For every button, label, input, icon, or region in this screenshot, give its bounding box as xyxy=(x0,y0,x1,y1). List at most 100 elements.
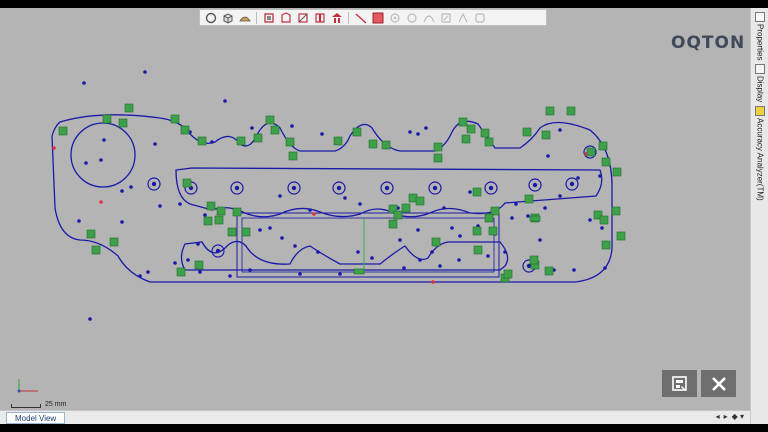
geometry-point xyxy=(442,206,446,210)
support-marker xyxy=(176,267,186,277)
section-tool-button[interactable] xyxy=(295,11,310,25)
letterbox-bottom xyxy=(0,424,768,432)
geometry-point xyxy=(558,194,562,198)
support-marker xyxy=(599,215,609,225)
cad-drawing[interactable] xyxy=(0,8,750,410)
support-marker xyxy=(203,216,213,226)
geometry-point xyxy=(370,256,374,260)
nav-menu-arrow[interactable]: ◆ ▾ xyxy=(732,412,744,421)
support-marker xyxy=(353,268,365,275)
tab-navigation: ◂ ▸ ◆ ▾ xyxy=(716,412,744,421)
geometry-point xyxy=(320,132,324,136)
geometry-point xyxy=(503,250,507,254)
support-marker xyxy=(381,140,391,150)
geometry-point xyxy=(196,242,200,246)
support-marker xyxy=(216,206,226,216)
geometry-point xyxy=(510,216,514,220)
section-tool-icon xyxy=(297,12,308,23)
geometry-point xyxy=(338,272,342,276)
surface-tool-icon xyxy=(238,16,251,21)
support-marker xyxy=(484,213,494,223)
box-select-button[interactable] xyxy=(261,11,276,25)
geometry-point xyxy=(173,261,177,265)
support-marker xyxy=(388,219,398,229)
support-tool-button[interactable] xyxy=(329,11,344,25)
geometry-point xyxy=(298,272,302,276)
geometry-point xyxy=(468,190,472,194)
support-marker xyxy=(86,229,96,239)
support-marker xyxy=(473,245,483,255)
support-marker xyxy=(265,115,275,125)
support-marker xyxy=(170,114,180,124)
support-marker xyxy=(182,178,192,188)
box-select-icon xyxy=(263,12,274,23)
geometry-point xyxy=(603,266,607,270)
geometry-point xyxy=(418,258,422,262)
tab-model-view[interactable]: Model View xyxy=(6,412,66,424)
support-marker xyxy=(458,117,468,127)
line-tool-button[interactable] xyxy=(353,11,368,25)
support-marker xyxy=(333,136,343,146)
support-marker xyxy=(601,240,611,250)
support-marker xyxy=(524,194,534,204)
transform-tool-button[interactable] xyxy=(455,11,470,25)
surface-tool-button[interactable] xyxy=(237,11,252,25)
support-marker xyxy=(393,210,403,220)
curve-tool-button[interactable] xyxy=(421,11,436,25)
geometry-point xyxy=(308,208,312,212)
hole-center-point xyxy=(234,185,240,191)
cube-view-button[interactable] xyxy=(220,11,235,25)
geometry-point xyxy=(120,189,124,193)
scale-label: 25 mm xyxy=(45,401,67,408)
geometry-point xyxy=(82,81,86,85)
geometry-point xyxy=(99,158,103,162)
tab-accuracy-analyzer-label: Accuracy Analyzer(TM) xyxy=(755,118,765,201)
split-view-button[interactable] xyxy=(312,11,327,25)
geometry-point xyxy=(576,176,580,180)
tab-display[interactable]: Display xyxy=(752,64,768,102)
support-marker xyxy=(109,237,119,247)
geometry-point xyxy=(543,206,547,210)
geometry-point xyxy=(293,244,297,248)
tab-accuracy-analyzer[interactable]: Accuracy Analyzer(TM) xyxy=(752,106,768,201)
support-marker xyxy=(197,136,207,146)
hole-center-point xyxy=(336,185,342,191)
red-select-icon xyxy=(372,12,383,23)
nav-right-arrow[interactable]: ▸ xyxy=(724,412,728,421)
highlight-point xyxy=(99,200,103,204)
model-viewport[interactable]: 25 mm OQTON xyxy=(0,8,750,410)
letterbox-top xyxy=(0,0,768,8)
geometry-point xyxy=(458,234,462,238)
geometry-point xyxy=(88,317,92,321)
red-select-button[interactable] xyxy=(370,11,385,25)
geometry-point xyxy=(250,126,254,130)
measure-tool-button[interactable] xyxy=(472,11,487,25)
cube-view-icon xyxy=(223,12,232,24)
node-tool-button[interactable] xyxy=(404,11,419,25)
support-marker xyxy=(214,215,224,225)
support-marker xyxy=(541,130,551,140)
geometry-point xyxy=(402,266,406,270)
support-marker xyxy=(522,127,532,137)
geometry-point xyxy=(514,202,518,206)
face-tool-button[interactable] xyxy=(278,11,293,25)
geometry-point xyxy=(77,219,81,223)
close-button[interactable] xyxy=(701,370,736,397)
status-bar: Model View ◂ ▸ ◆ ▾ xyxy=(0,410,750,424)
geometry-point xyxy=(84,161,88,165)
geometry-point xyxy=(158,204,162,208)
edit-tool-button[interactable] xyxy=(438,11,453,25)
circle-tool-button[interactable] xyxy=(203,11,218,25)
apply-button[interactable] xyxy=(662,370,697,397)
point-tool-icon xyxy=(389,12,400,23)
point-tool-button[interactable] xyxy=(387,11,402,25)
nav-left-arrow[interactable]: ◂ xyxy=(716,412,720,421)
support-marker xyxy=(253,133,263,143)
geometry-point xyxy=(598,174,602,178)
geometry-point xyxy=(258,228,262,232)
geometry-point xyxy=(430,250,434,254)
support-marker xyxy=(472,226,482,236)
side-panel: Properties Display Accuracy Analyzer(TM) xyxy=(750,8,768,424)
geometry-point xyxy=(408,130,412,134)
tab-properties[interactable]: Properties xyxy=(752,12,768,60)
